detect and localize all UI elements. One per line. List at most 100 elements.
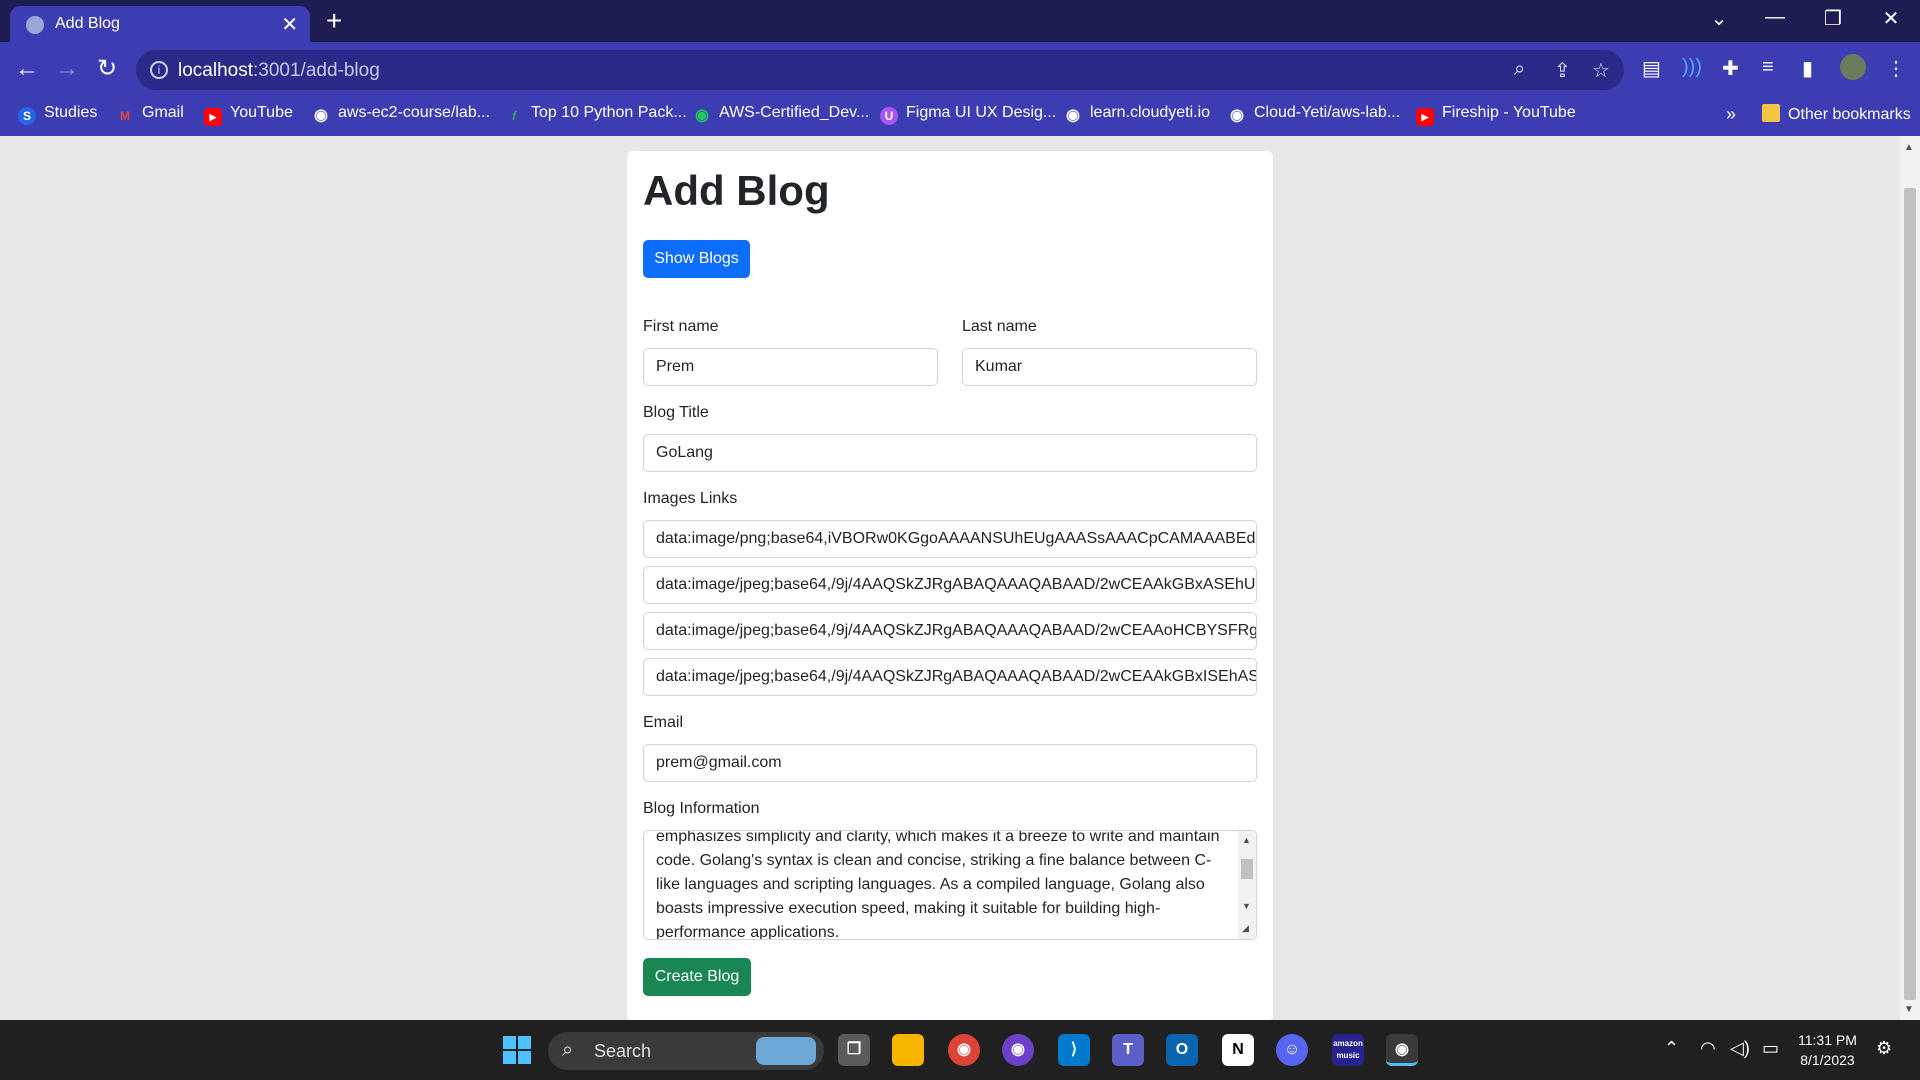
address-bar[interactable]: i localhost:3001/add-blog ⌕ ⇪ ☆	[136, 50, 1624, 90]
taskbar-search[interactable]: ⌕ Search	[548, 1032, 824, 1070]
extensions-puzzle-icon[interactable]: ✚	[1722, 56, 1739, 81]
bookmark-youtube[interactable]: ▶ YouTube	[204, 104, 293, 126]
show-blogs-button[interactable]: Show Blogs	[643, 240, 750, 278]
chrome-icon[interactable]: ◉	[948, 1034, 980, 1066]
textarea-scroll-thumb[interactable]	[1241, 859, 1253, 879]
new-tab-button[interactable]: +	[326, 5, 342, 37]
bookmark-cloud-yeti-aws-lab[interactable]: ◉ Cloud-Yeti/aws-lab...	[1228, 104, 1400, 125]
url-text: localhost:3001/add-blog	[178, 60, 380, 81]
search-highlight-image	[756, 1037, 816, 1065]
blog-title-input[interactable]: GoLang	[643, 434, 1257, 472]
bookmark-gmail[interactable]: M Gmail	[116, 104, 184, 125]
bookmark-cloudyeti[interactable]: ◉ learn.cloudyeti.io	[1064, 104, 1210, 125]
bookmark-figma-ui[interactable]: U Figma UI UX Desig...	[880, 104, 1056, 125]
image-link-input[interactable]: data:image/png;base64,iVBORw0KGgoAAAANSU…	[643, 520, 1257, 558]
last-name-label: Last name	[962, 318, 1037, 335]
email-label: Email	[643, 714, 684, 731]
page-viewport: Add Blog Show Blogs First name Prem Last…	[0, 136, 1900, 1021]
notifications-icon[interactable]: ⚙	[1876, 1038, 1892, 1059]
profile-avatar[interactable]	[1840, 54, 1866, 80]
reload-icon[interactable]: ↻	[90, 52, 124, 86]
windows-start-icon[interactable]	[503, 1036, 531, 1064]
chrome-active-icon[interactable]: ◉	[1386, 1034, 1418, 1066]
forward-arrow-icon[interactable]: →	[50, 52, 84, 86]
github-icon: ◉	[1066, 107, 1080, 124]
back-arrow-icon[interactable]: ←	[10, 52, 44, 86]
bookmark-star-icon[interactable]: ☆	[1592, 58, 1610, 83]
bookmark-python-packages[interactable]: f Top 10 Python Pack...	[505, 104, 687, 125]
search-label: Search	[594, 1041, 652, 1061]
media-control-icon[interactable]: ≡	[1762, 56, 1774, 79]
bookmark-aws-certified[interactable]: ◉ AWS-Certified_Dev...	[693, 104, 869, 125]
first-name-input[interactable]: Prem	[643, 348, 938, 386]
folder-icon	[1762, 104, 1780, 122]
bookmarks-overflow-chevron[interactable]: »	[1726, 104, 1736, 125]
globe-icon	[26, 16, 44, 34]
wifi-icon[interactable]: ◠	[1700, 1038, 1716, 1059]
extension-voice-icon[interactable]: )))	[1682, 56, 1702, 79]
blog-information-label: Blog Information	[643, 800, 760, 817]
last-name-input[interactable]: Kumar	[962, 348, 1257, 386]
image-link-input[interactable]: data:image/jpeg;base64,/9j/4AAQSkZJRgABA…	[643, 658, 1257, 696]
blog-title-label: Blog Title	[643, 404, 709, 421]
bookmark-aws-ec2-course[interactable]: ◉ aws-ec2-course/lab...	[312, 104, 490, 125]
resize-handle-icon[interactable]: ◢	[1242, 923, 1249, 934]
page-scrollbar[interactable]: ▲ ▼	[1900, 136, 1920, 1020]
bookmark-fireship[interactable]: ▶ Fireship - YouTube	[1416, 104, 1576, 126]
blog-information-text: emphasizes simplicity and clarity, which…	[656, 830, 1220, 940]
fi-icon: f	[512, 109, 516, 123]
vscode-icon[interactable]: ⟩	[1058, 1034, 1090, 1066]
tab-search-chevron-icon[interactable]: ⌄	[1704, 6, 1734, 31]
volume-icon[interactable]: ◁)	[1730, 1038, 1750, 1059]
amazon-music-icon[interactable]: amazon music	[1332, 1034, 1364, 1066]
other-bookmarks[interactable]: Other bookmarks	[1762, 104, 1911, 124]
create-blog-button[interactable]: Create Blog	[643, 958, 751, 996]
close-tab-icon[interactable]: ✕	[281, 12, 298, 37]
windows-taskbar: ⌕ Search ❐ ◉ ◉ ⟩ T O N ☺ amazon music ◉ …	[0, 1020, 1920, 1080]
blog-information-textarea[interactable]: emphasizes simplicity and clarity, which…	[643, 830, 1257, 940]
system-clock[interactable]: 11:31 PM 8/1/2023	[1798, 1030, 1857, 1070]
bookmark-studies[interactable]: S Studies	[18, 104, 97, 125]
github-green-icon: ◉	[695, 107, 709, 124]
menu-kebab-icon[interactable]: ⋮	[1886, 56, 1906, 81]
teams-icon[interactable]: T	[1112, 1034, 1144, 1066]
minimize-button[interactable]: —	[1760, 6, 1790, 29]
discord-icon[interactable]: ☺	[1276, 1034, 1308, 1066]
browser-toolbar: ← → ↻ i localhost:3001/add-blog ⌕ ⇪ ☆ ▤ …	[0, 42, 1920, 96]
site-info-icon[interactable]: i	[150, 61, 168, 79]
email-input[interactable]: prem@gmail.com	[643, 744, 1257, 782]
browser-tab-bar: Add Blog ✕ + ⌄ — ❐ ✕	[0, 0, 1920, 42]
scroll-down-arrow-icon[interactable]: ▼	[1242, 901, 1251, 911]
textarea-scrollbar[interactable]: ▲ ▼ ◢	[1238, 831, 1256, 939]
close-window-button[interactable]: ✕	[1876, 6, 1906, 31]
scroll-up-arrow-icon[interactable]: ▲	[1242, 835, 1251, 845]
share-icon[interactable]: ⇪	[1554, 58, 1571, 83]
scroll-up-arrow-icon[interactable]: ▲	[1904, 142, 1914, 153]
udemy-icon: U	[880, 107, 898, 125]
side-panel-icon[interactable]: ▮	[1802, 56, 1813, 81]
notion-icon[interactable]: N	[1222, 1034, 1254, 1066]
extension-printer-icon[interactable]: ▤	[1642, 56, 1661, 81]
github-icon: ◉	[1230, 107, 1244, 124]
studies-icon: S	[18, 107, 36, 125]
restore-button[interactable]: ❐	[1818, 6, 1848, 31]
search-icon: ⌕	[562, 1039, 574, 1061]
scroll-down-arrow-icon[interactable]: ▼	[1904, 1004, 1914, 1015]
active-tab[interactable]: Add Blog ✕	[10, 6, 310, 42]
image-link-input[interactable]: data:image/jpeg;base64,/9j/4AAQSkZJRgABA…	[643, 612, 1257, 650]
add-blog-form-card: Add Blog Show Blogs First name Prem Last…	[627, 151, 1273, 1021]
zoom-icon[interactable]: ⌕	[1514, 58, 1525, 81]
outlook-icon[interactable]: O	[1166, 1034, 1198, 1066]
tab-title: Add Blog	[55, 15, 120, 32]
github-desktop-icon[interactable]: ◉	[1002, 1034, 1034, 1066]
battery-icon[interactable]: ▭	[1762, 1038, 1779, 1059]
bookmarks-bar: S Studies M Gmail ▶ YouTube ◉ aws-ec2-course…	[0, 96, 1920, 136]
first-name-label: First name	[643, 318, 719, 335]
image-link-input[interactable]: data:image/jpeg;base64,/9j/4AAQSkZJRgABA…	[643, 566, 1257, 604]
task-view-icon[interactable]: ❐	[838, 1034, 870, 1066]
file-explorer-icon[interactable]	[892, 1034, 924, 1066]
page-scroll-thumb[interactable]	[1904, 188, 1916, 1000]
github-icon: ◉	[314, 107, 328, 124]
tray-overflow-chevron-icon[interactable]: ⌃	[1664, 1038, 1679, 1059]
youtube-icon: ▶	[1416, 108, 1434, 126]
